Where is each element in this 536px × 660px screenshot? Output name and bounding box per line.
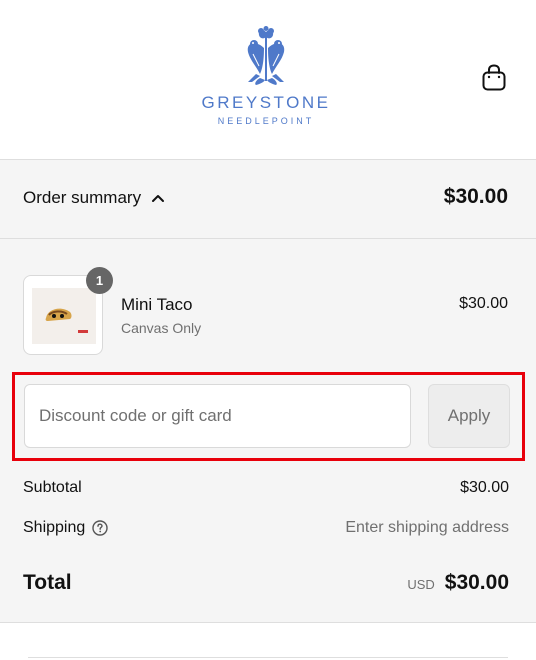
subtotal-label: Subtotal <box>23 479 82 496</box>
line-item: 1 Mini Taco Canvas Only $30.00 <box>23 267 513 355</box>
shipping-value: Enter shipping address <box>345 519 509 536</box>
shipping-label: Shipping <box>23 519 86 536</box>
brand-logo[interactable]: GREYSTONE NEEDLEPOINT <box>196 26 336 132</box>
discount-code-section: Apply <box>12 372 525 461</box>
order-summary-label: Order summary <box>23 188 142 207</box>
shopping-bag-icon[interactable] <box>481 64 507 92</box>
chevron-up-icon <box>152 195 165 202</box>
currency-code: USD <box>407 577 435 592</box>
shipping-label-group: Shipping <box>23 519 108 537</box>
order-summary-toggle[interactable]: Order summary <box>23 188 165 208</box>
total-row: Total USD $30.00 <box>23 571 509 601</box>
subtotal-row: Subtotal $30.00 <box>23 479 509 501</box>
subtotal-value: $30.00 <box>460 479 509 496</box>
shipping-row: Shipping Enter shipping address <box>23 519 509 541</box>
quantity-badge: 1 <box>86 267 113 294</box>
brand-subtitle: NEEDLEPOINT <box>217 116 315 126</box>
discount-code-input[interactable] <box>24 384 411 448</box>
divider <box>28 657 508 658</box>
apply-discount-button[interactable]: Apply <box>428 384 510 448</box>
product-price: $30.00 <box>459 295 508 312</box>
brand-name: GREYSTONE <box>201 93 331 112</box>
site-header: GREYSTONE NEEDLEPOINT <box>0 0 536 160</box>
grand-total-value: $30.00 <box>444 571 509 594</box>
product-thumbnail: 1 <box>23 267 113 355</box>
product-variant: Canvas Only <box>121 320 202 336</box>
question-circle-icon[interactable] <box>92 520 108 536</box>
order-summary-bar: Order summary $30.00 <box>0 160 536 239</box>
floral-birds-logo-icon <box>247 26 285 85</box>
order-summary-panel: 1 Mini Taco Canvas Only $30.00 Apply Sub… <box>0 239 536 623</box>
total-label: Total <box>23 571 72 594</box>
total-amount-group: USD $30.00 <box>407 571 509 595</box>
product-name: Mini Taco <box>121 295 193 314</box>
product-image <box>32 288 96 344</box>
order-summary-total: $30.00 <box>443 185 508 208</box>
